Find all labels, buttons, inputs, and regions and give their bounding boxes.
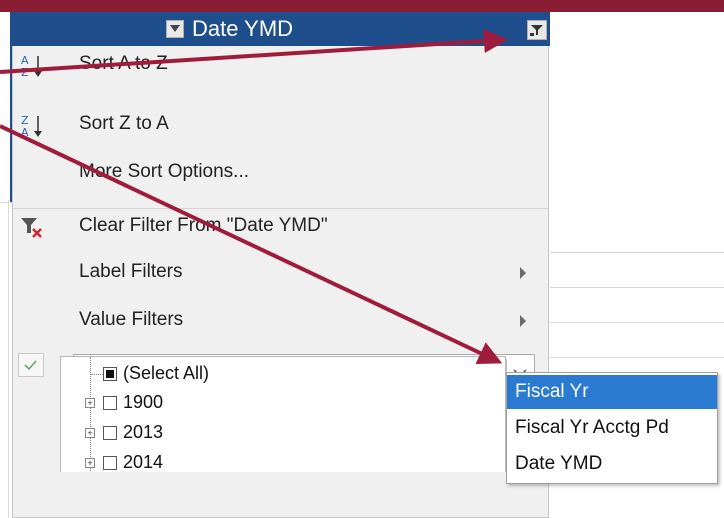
menu-item-sort-z-to-a[interactable]: Z A Sort Z to A <box>13 108 548 142</box>
filter-value-tree[interactable]: (Select All) + 1900 + 2013 + 2014 <box>60 356 506 472</box>
top-strip <box>0 0 724 12</box>
tree-item-label: 2013 <box>123 422 164 442</box>
checkbox[interactable] <box>103 426 117 440</box>
menu-item-label: Label Filters <box>79 261 183 282</box>
column-header-date-ymd[interactable]: Date YMD <box>12 12 550 46</box>
tree-item[interactable]: + 1900 <box>61 388 505 418</box>
option-label: Fiscal Yr Acctg Pd <box>515 417 669 438</box>
column-header-title: Date YMD <box>192 16 294 41</box>
expand-icon[interactable]: + <box>85 458 95 468</box>
menu-item-label: More Sort Options... <box>79 161 250 182</box>
tree-item-label: 1900 <box>123 392 164 412</box>
gridline <box>550 287 724 288</box>
checkbox[interactable] <box>103 456 117 470</box>
tree-item-label: (Select All) <box>123 363 210 383</box>
option-fiscal-yr-acctg-pd[interactable]: Fiscal Yr Acctg Pd <box>507 411 717 445</box>
tree-connector <box>91 374 103 376</box>
gridline <box>550 357 724 358</box>
gridline <box>550 322 724 323</box>
gridline <box>0 202 12 203</box>
menu-item-label-filters[interactable]: Label Filters <box>13 256 548 290</box>
menu-item-label: Clear Filter From "Date YMD" <box>79 215 328 236</box>
tree-item[interactable]: + 2014 <box>61 448 505 472</box>
chevron-down-icon[interactable] <box>166 20 184 38</box>
option-date-ymd[interactable]: Date YMD <box>507 447 717 481</box>
submenu-arrow-icon <box>520 315 526 327</box>
svg-text:Z: Z <box>21 66 29 79</box>
tree-item-select-all[interactable]: (Select All) <box>61 359 505 389</box>
sort-az-icon: A Z <box>19 53 49 79</box>
expand-icon[interactable]: + <box>85 398 95 408</box>
option-label: Date YMD <box>515 453 603 474</box>
tree-item-label: 2014 <box>123 452 164 472</box>
menu-item-sort-a-to-z[interactable]: A Z Sort A to Z <box>13 48 548 82</box>
gridline <box>8 200 9 518</box>
submenu-arrow-icon <box>520 267 526 279</box>
search-field-options: Fiscal Yr Fiscal Yr Acctg Pd Date YMD <box>506 372 718 484</box>
menu-item-more-sort-options[interactable]: More Sort Options... <box>13 156 548 190</box>
menu-item-value-filters[interactable]: Value Filters <box>13 304 548 338</box>
expand-icon[interactable]: + <box>85 428 95 438</box>
menu-item-label: Sort A to Z <box>79 53 168 74</box>
svg-text:A: A <box>21 126 29 139</box>
menu-item-clear-filter[interactable]: Clear Filter From "Date YMD" <box>13 210 548 244</box>
filter-button-icon[interactable] <box>527 20 547 40</box>
option-fiscal-yr[interactable]: Fiscal Yr <box>507 375 717 409</box>
menu-item-label: Value Filters <box>79 309 184 330</box>
gridline <box>550 252 724 253</box>
clear-filter-icon <box>19 215 49 241</box>
option-label: Fiscal Yr <box>515 381 589 402</box>
check-icon <box>18 353 44 377</box>
checkbox[interactable] <box>103 396 117 410</box>
menu-item-label: Sort Z to A <box>79 113 169 134</box>
sort-za-icon: Z A <box>19 113 49 139</box>
menu-separator <box>13 208 548 209</box>
tree-item[interactable]: + 2013 <box>61 418 505 448</box>
checkbox[interactable] <box>103 367 117 381</box>
